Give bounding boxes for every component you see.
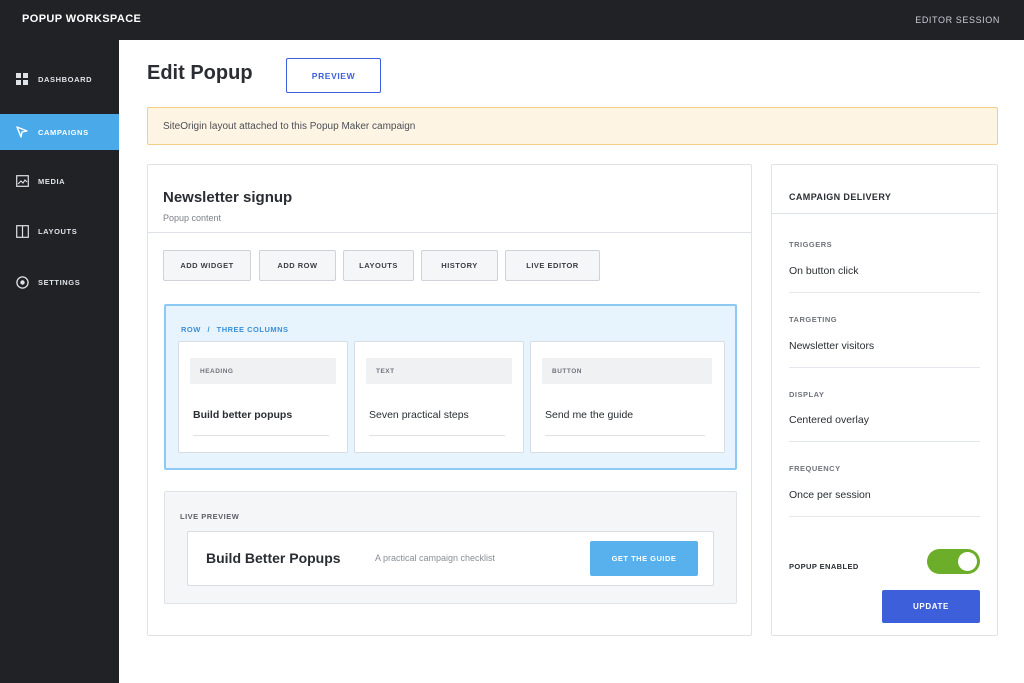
- widget-type-tag: BUTTON: [542, 358, 712, 384]
- toggle-knob: [958, 552, 977, 571]
- top-bar: POPUP WORKSPACE EDITOR SESSION: [0, 0, 1024, 40]
- row-breadcrumb: ROW / THREE COLUMNS: [181, 325, 289, 334]
- megaphone-icon: [15, 125, 29, 139]
- add-widget-button[interactable]: ADD WIDGET: [163, 250, 251, 281]
- row-crumb-row[interactable]: ROW: [181, 325, 201, 334]
- setting-divider: [789, 367, 980, 368]
- image-icon: [15, 174, 29, 188]
- widget-type-tag: TEXT: [366, 358, 512, 384]
- campaign-delivery-header: CAMPAIGN DELIVERY: [772, 165, 997, 214]
- campaign-delivery-title: CAMPAIGN DELIVERY: [789, 192, 892, 202]
- campaign-delivery-panel: CAMPAIGN DELIVERY TRIGGERS On button cli…: [771, 164, 998, 636]
- popup-preview-title: Build Better Popups: [206, 550, 341, 566]
- editor-panel: Newsletter signup Popup content ADD WIDG…: [147, 164, 752, 636]
- notice-banner: SiteOrigin layout attached to this Popup…: [147, 107, 998, 145]
- layouts-button[interactable]: LAYOUTS: [343, 250, 414, 281]
- popup-preview-card: Build Better Popups A practical campaign…: [187, 531, 714, 586]
- targeting-value[interactable]: Newsletter visitors: [789, 340, 874, 352]
- widget-text: Send me the guide: [545, 409, 634, 421]
- column-divider: [545, 435, 705, 436]
- targeting-label: TARGETING: [789, 315, 838, 324]
- sidebar-item-label: MEDIA: [38, 176, 66, 186]
- live-preview: LIVE PREVIEW Build Better Popups A pract…: [164, 491, 737, 604]
- sidebar-item-layouts[interactable]: LAYOUTS: [0, 213, 119, 249]
- widget-text: Build better popups: [193, 409, 293, 421]
- column-divider: [369, 435, 505, 436]
- editor-title: Newsletter signup: [163, 189, 293, 206]
- grid-icon: [15, 72, 29, 86]
- editor-panel-header: Newsletter signup Popup content: [148, 165, 751, 233]
- popup-enabled-label: POPUP ENABLED: [789, 562, 859, 571]
- column-card-button[interactable]: BUTTON Send me the guide: [530, 341, 725, 453]
- sidebar-item-media[interactable]: MEDIA: [0, 163, 119, 199]
- widget-text: Seven practical steps: [369, 409, 469, 421]
- preview-button[interactable]: PREVIEW: [286, 58, 381, 93]
- row-crumb-separator: /: [207, 325, 211, 334]
- target-icon: [15, 275, 29, 289]
- column-card-text[interactable]: TEXT Seven practical steps: [354, 341, 524, 453]
- sidebar-item-campaigns[interactable]: CAMPAIGNS: [0, 114, 119, 150]
- live-editor-button[interactable]: LIVE EDITOR: [505, 250, 600, 281]
- session-label: EDITOR SESSION: [915, 15, 1000, 25]
- column-divider: [193, 435, 329, 436]
- editor-subtitle: Popup content: [163, 213, 222, 223]
- app-brand: POPUP WORKSPACE: [22, 13, 142, 25]
- sidebar-item-label: DASHBOARD: [38, 74, 93, 84]
- sidebar-item-label: LAYOUTS: [38, 226, 78, 236]
- setting-divider: [789, 441, 980, 442]
- sidebar-item-settings[interactable]: SETTINGS: [0, 264, 119, 300]
- popup-preview-subtitle: A practical campaign checklist: [375, 553, 496, 563]
- sidebar-item-label: CAMPAIGNS: [38, 127, 89, 137]
- column-card-heading[interactable]: HEADING Build better popups: [178, 341, 348, 453]
- sidebar: DASHBOARD CAMPAIGNS MEDIA LAYOUTS SETTIN…: [0, 40, 119, 683]
- page-title: Edit Popup: [147, 62, 253, 84]
- notice-text: SiteOrigin layout attached to this Popup…: [163, 120, 416, 132]
- sidebar-item-dashboard[interactable]: DASHBOARD: [0, 61, 119, 97]
- columns-icon: [15, 224, 29, 238]
- widget-type-tag: HEADING: [190, 358, 336, 384]
- triggers-value[interactable]: On button click: [789, 265, 858, 277]
- popup-enabled-toggle[interactable]: [927, 549, 980, 574]
- get-the-guide-button[interactable]: GET THE GUIDE: [590, 541, 698, 576]
- add-row-button[interactable]: ADD ROW: [259, 250, 336, 281]
- frequency-value[interactable]: Once per session: [789, 489, 871, 501]
- setting-divider: [789, 292, 980, 293]
- sidebar-item-label: SETTINGS: [38, 277, 81, 287]
- update-button[interactable]: UPDATE: [882, 590, 980, 623]
- setting-divider: [789, 516, 980, 517]
- triggers-label: TRIGGERS: [789, 240, 833, 249]
- layout-row[interactable]: ROW / THREE COLUMNS HEADING Build better…: [164, 304, 737, 470]
- frequency-label: FREQUENCY: [789, 464, 841, 473]
- display-label: DISPLAY: [789, 390, 825, 399]
- history-button[interactable]: HISTORY: [421, 250, 498, 281]
- display-value[interactable]: Centered overlay: [789, 414, 869, 426]
- row-crumb-columns[interactable]: THREE COLUMNS: [217, 325, 289, 334]
- live-preview-label: LIVE PREVIEW: [180, 512, 240, 521]
